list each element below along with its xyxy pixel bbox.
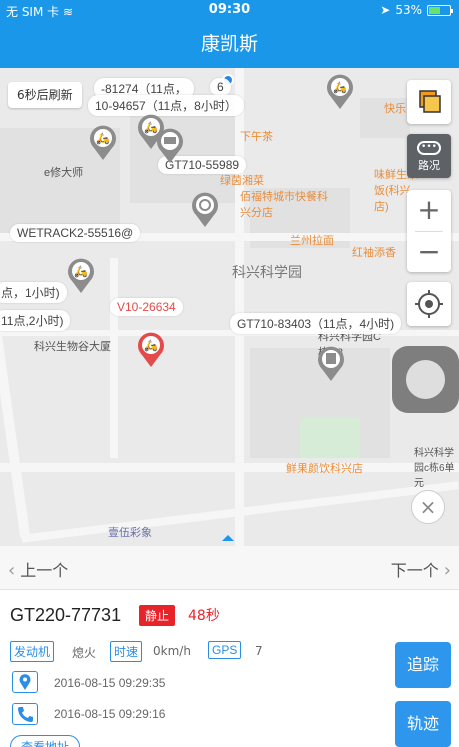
vehicle-label[interactable]: 6 <box>210 78 231 96</box>
gps-value: 7 <box>255 644 263 658</box>
refresh-countdown: 6秒后刷新 <box>8 82 82 108</box>
gps-tag: GPS <box>208 641 242 659</box>
vehicle-label[interactable]: 11点,2小时) <box>0 310 71 331</box>
poi[interactable]: 佰福特城市快餐科兴分店 <box>240 188 330 220</box>
svg-text:🛵: 🛵 <box>144 339 158 352</box>
poi[interactable]: 红袖添香 <box>352 244 396 260</box>
traffic-label: 路况 <box>418 159 440 172</box>
vehicle-info-panel: GT220-77731 静止 48秒 发动机 熄火 时速 0km/h GPS 7… <box>0 591 459 747</box>
area-label: 科兴科学园 <box>232 264 302 280</box>
next-vehicle-button[interactable]: 下一个 › <box>391 557 451 581</box>
truck-pin-icon[interactable] <box>155 126 185 164</box>
trail-button[interactable]: 轨迹 <box>395 701 451 747</box>
bus-pin-icon[interactable] <box>316 344 346 382</box>
panel-handle-icon[interactable] <box>222 535 234 541</box>
layers-button[interactable] <box>407 80 451 124</box>
assistive-touch-button[interactable] <box>392 346 459 413</box>
poi[interactable]: 下午茶 <box>240 128 273 144</box>
battery-icon <box>427 4 453 16</box>
poi[interactable]: e修大师 <box>44 164 83 180</box>
track-button[interactable]: 追踪 <box>395 642 451 688</box>
status-badge: 静止 <box>139 605 176 626</box>
poi[interactable]: 鲜果颜饮科兴店 <box>286 460 363 476</box>
traffic-button[interactable]: ••• 路况 <box>407 134 451 178</box>
poi[interactable]: 科兴生物谷大厦 <box>34 338 111 354</box>
map-view[interactable]: e修大师 下午茶 绿茵湘菜 佰福特城市快餐科兴分店 兰州拉面 红袖添香 味鲜生米… <box>0 68 459 546</box>
page-title: 康凯斯 <box>0 20 459 68</box>
car-pin-icon[interactable] <box>190 190 220 228</box>
vehicle-label[interactable]: GT710-83403（11点，4小时) <box>230 313 402 334</box>
poi[interactable]: 壹伍彩象 <box>108 524 152 540</box>
location-pin-icon <box>12 671 38 693</box>
status-bar: 无 SIM 卡 ≋ 09:30 ➤ 53% <box>0 0 459 20</box>
prev-vehicle-button[interactable]: ‹ 上一个 <box>8 557 68 581</box>
vehicle-label[interactable]: 点，1小时) <box>0 282 67 303</box>
poi[interactable]: 科兴科学园c栋6单元 <box>414 444 459 489</box>
scooter-pin-icon[interactable]: 🛵 <box>66 256 96 294</box>
location-arrow-icon: ➤ <box>380 3 391 17</box>
vehicle-plate: GT220-77731 <box>10 605 122 625</box>
location-time: 2016-08-15 09:29:35 <box>54 676 166 690</box>
engine-tag: 发动机 <box>10 641 55 662</box>
scooter-pin-icon[interactable]: 🛵 <box>325 72 355 110</box>
close-icon[interactable]: × <box>411 490 445 524</box>
communication-time: 2016-08-15 09:29:16 <box>54 707 166 721</box>
selected-vehicle-pin-icon[interactable]: 🛵 <box>136 330 166 368</box>
zoom-in-button[interactable]: + <box>407 190 451 231</box>
speed-tag: 时速 <box>110 641 143 662</box>
status-duration: 48秒 <box>188 608 220 624</box>
locate-button[interactable] <box>407 282 451 326</box>
svg-text:🛵: 🛵 <box>74 265 88 278</box>
poi[interactable]: 绿茵湘菜 <box>220 172 264 188</box>
scooter-pin-icon[interactable]: 🛵 <box>88 123 118 161</box>
phone-icon <box>12 703 38 725</box>
svg-text:🛵: 🛵 <box>333 81 347 94</box>
layers-icon <box>419 90 441 113</box>
chevron-right-icon: › <box>443 560 451 581</box>
svg-text:🛵: 🛵 <box>96 132 110 145</box>
chevron-left-icon: ‹ <box>8 560 16 581</box>
traffic-icon: ••• <box>417 141 441 155</box>
vehicle-label[interactable]: WETRACK2-55516@ <box>10 224 141 242</box>
engine-value: 熄火 <box>72 646 97 660</box>
crosshair-icon <box>415 290 443 318</box>
battery-percent: 53% <box>395 3 422 17</box>
view-address-button[interactable]: 查看地址 <box>10 735 81 747</box>
speed-value: 0km/h <box>153 644 191 658</box>
zoom-control: + − <box>407 190 451 272</box>
vehicle-pager: ‹ 上一个 下一个 › <box>0 546 459 590</box>
vehicle-label-selected[interactable]: V10-26634 <box>110 298 183 316</box>
poi[interactable]: 兰州拉面 <box>290 232 334 248</box>
zoom-out-button[interactable]: − <box>407 232 451 273</box>
